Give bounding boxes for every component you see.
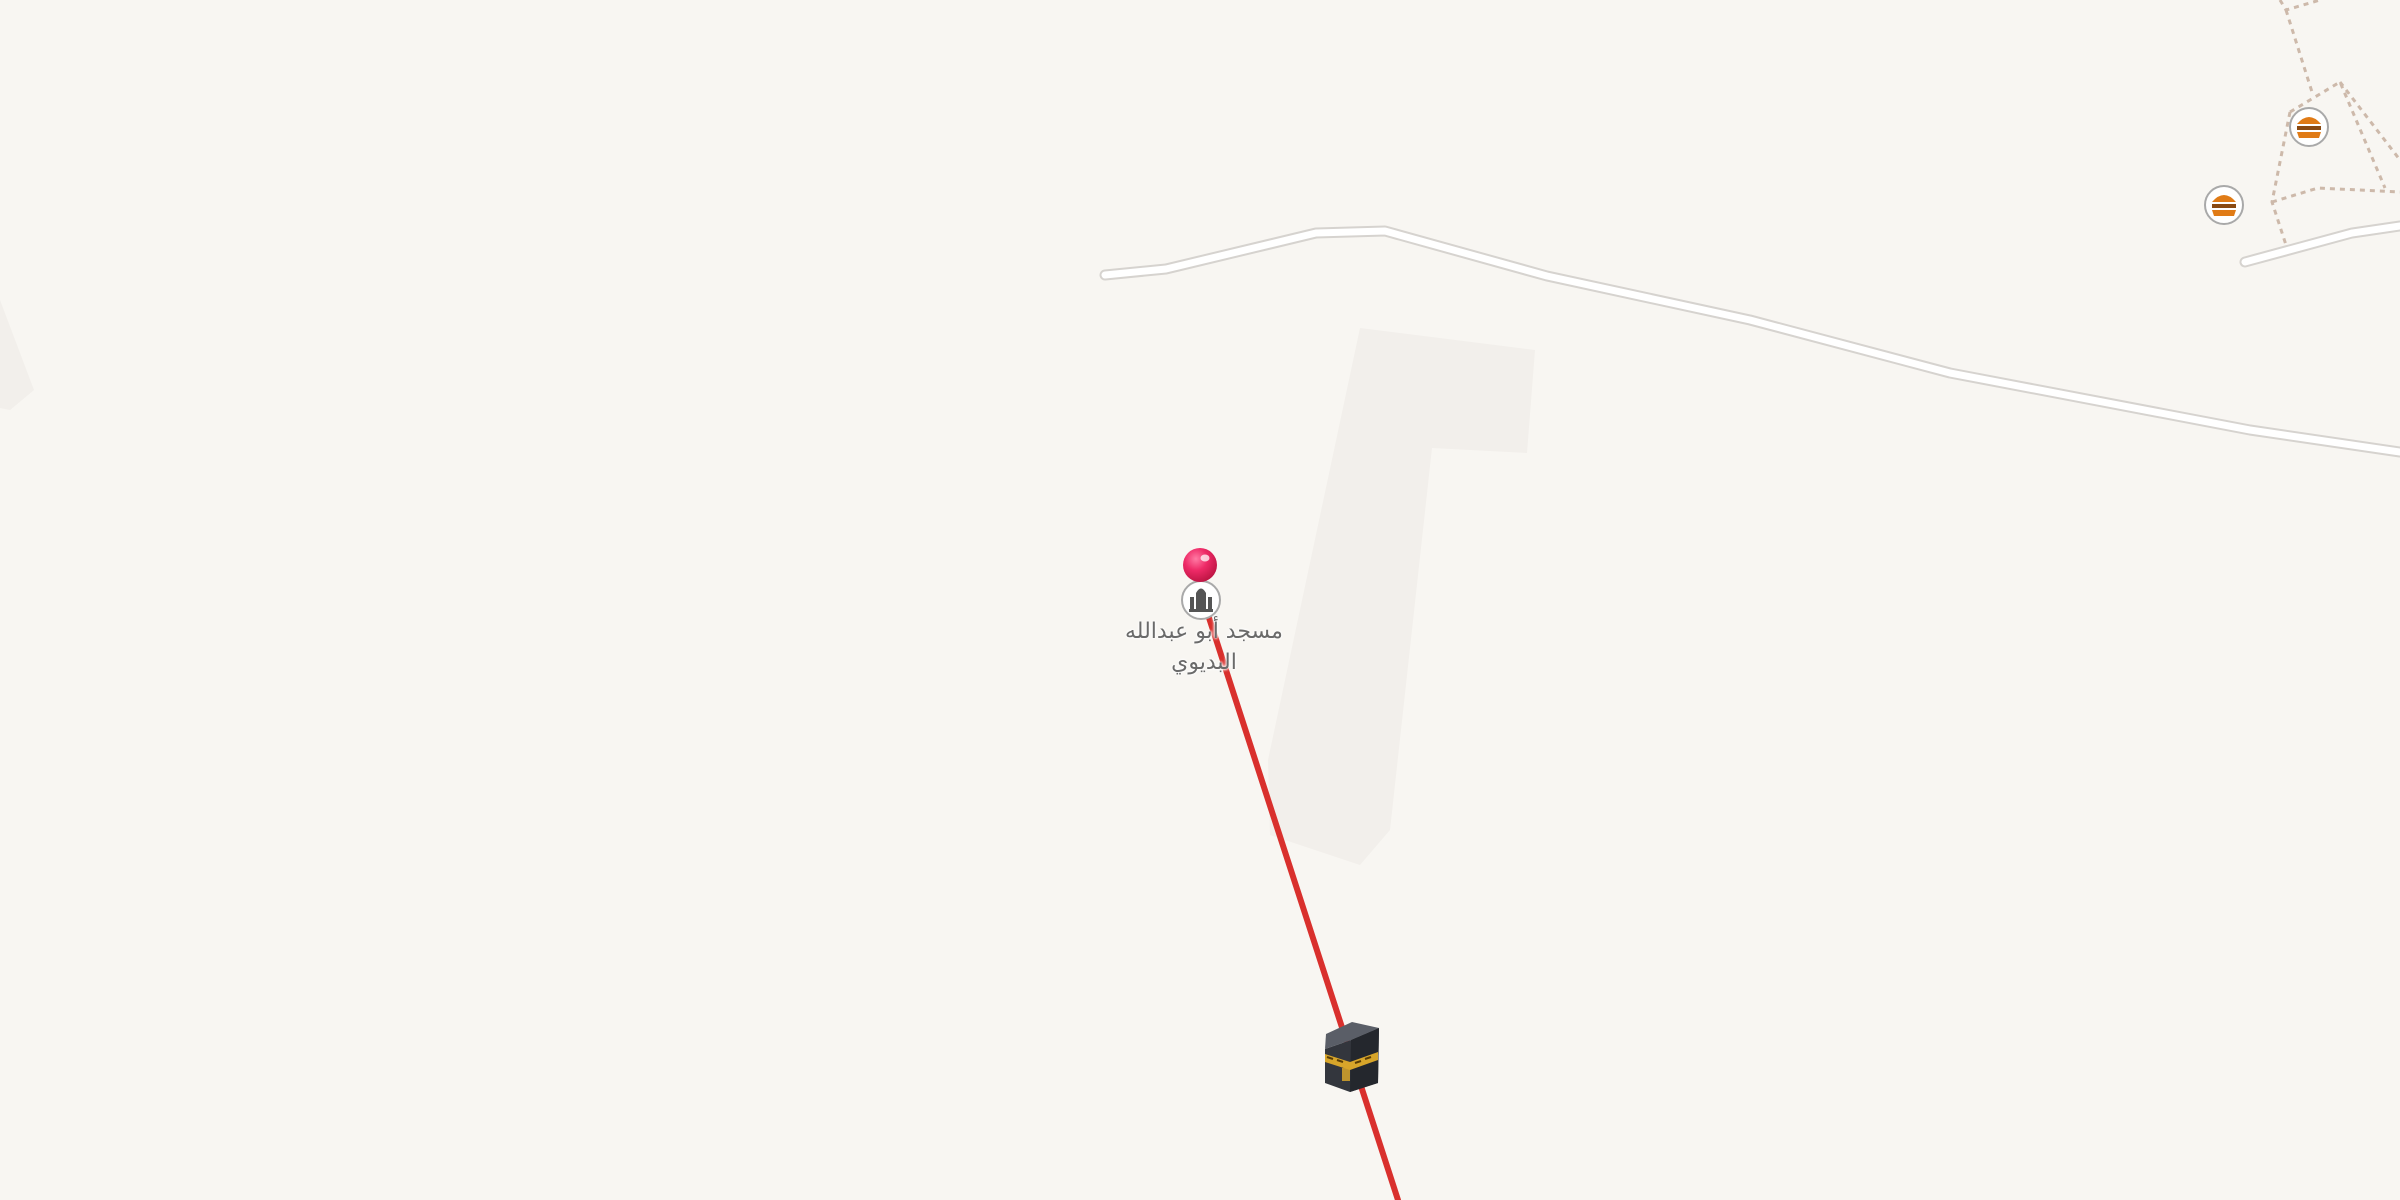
- mosque-name-line-2: البديوي: [1171, 650, 1237, 675]
- location-pin-icon[interactable]: [1183, 548, 1217, 582]
- burger-icon[interactable]: [2289, 107, 2329, 147]
- map-canvas[interactable]: مسجد أبو عبدالله البديوي: [0, 0, 2400, 1200]
- burger-icon[interactable]: [2204, 185, 2244, 225]
- road-secondary: [2239, 220, 2400, 268]
- landuse-area-edge: [0, 300, 34, 410]
- kaaba-icon[interactable]: [1325, 1022, 1379, 1092]
- landuse-area: [1268, 328, 1535, 865]
- mosque-label[interactable]: مسجد أبو عبدالله البديوي: [1104, 616, 1304, 678]
- mosque-icon[interactable]: [1181, 580, 1221, 620]
- mosque-name-line-1: مسجد أبو عبدالله: [1125, 619, 1283, 644]
- road: [1099, 225, 2400, 458]
